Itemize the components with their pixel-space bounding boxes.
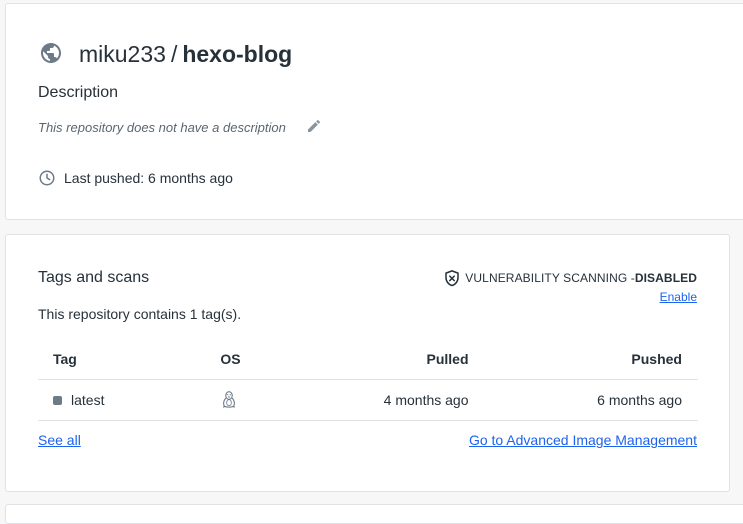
repository-namespace[interactable]: miku233 — [79, 41, 166, 67]
pencil-icon[interactable] — [306, 118, 322, 134]
vulnerability-scanning-status: VULNERABILITY SCANNING - DISABLED Enable — [443, 269, 697, 306]
tag-name[interactable]: latest — [71, 392, 104, 408]
repository-name: hexo-blog — [182, 41, 293, 67]
last-pushed-text: Last pushed: 6 months ago — [64, 170, 233, 186]
column-header-pushed: Pushed — [468, 339, 698, 380]
tags-table: Tag OS Pulled Pushed latest 4 months ago… — [38, 339, 698, 421]
tag-count-text: This repository contains 1 tag(s). — [38, 306, 242, 322]
see-all-tags-link[interactable]: See all — [38, 432, 81, 448]
column-header-pulled: Pulled — [315, 339, 469, 380]
tags-and-scans-card: Tags and scans VULNERABILITY SCANNING - … — [5, 234, 730, 492]
table-row[interactable]: latest 4 months ago 6 months ago — [38, 379, 698, 421]
os-cell — [220, 379, 316, 421]
tags-table-header: Tag OS Pulled Pushed — [38, 339, 698, 380]
tags-heading: Tags and scans — [38, 269, 150, 286]
vulnerability-scanning-state: DISABLED — [634, 271, 697, 285]
tag-cell: latest — [38, 379, 221, 421]
globe-icon — [41, 43, 61, 63]
pulled-cell: 4 months ago — [315, 379, 469, 421]
column-header-os: OS — [220, 339, 316, 380]
shield-x-icon — [445, 270, 460, 287]
repository-title-separator: / — [170, 41, 178, 67]
description-text: This repository does not have a descript… — [38, 120, 286, 135]
pushed-cell: 6 months ago — [468, 379, 698, 421]
repository-info-card: miku233/hexo-blog Description This repos… — [5, 3, 743, 220]
advanced-image-management-link[interactable]: Go to Advanced Image Management — [469, 432, 697, 448]
enable-scanning-link[interactable]: Enable — [660, 290, 697, 304]
column-header-tag: Tag — [38, 339, 221, 380]
description-heading: Description — [38, 84, 119, 101]
vulnerability-scanning-label: VULNERABILITY SCANNING - — [465, 271, 635, 285]
clock-icon — [39, 170, 55, 186]
tag-square-icon — [53, 395, 62, 405]
repository-title: miku233/hexo-blog — [79, 40, 292, 68]
linux-tux-icon — [223, 391, 236, 408]
next-card — [5, 504, 743, 524]
